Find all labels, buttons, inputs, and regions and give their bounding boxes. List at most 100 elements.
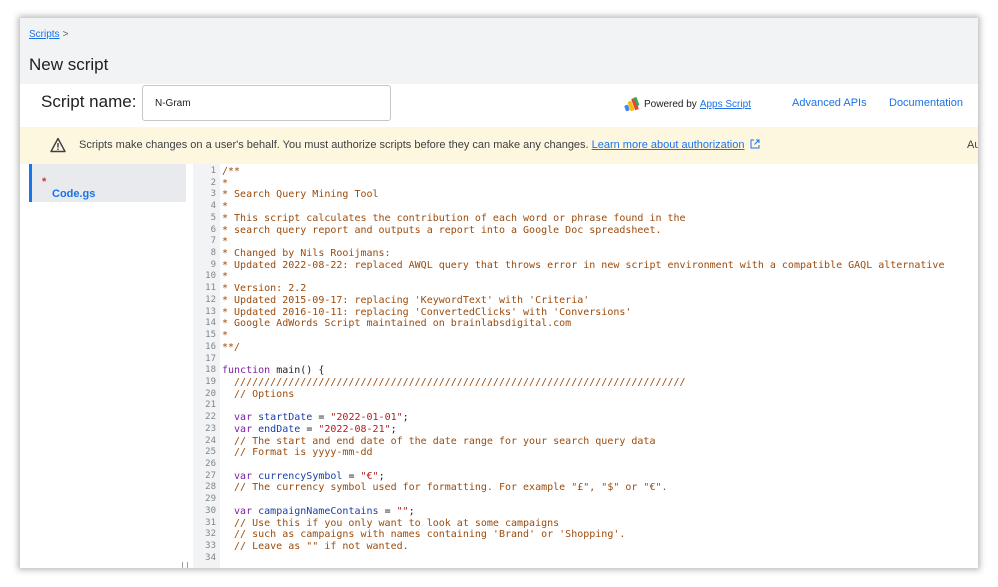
code-text: *: [222, 330, 228, 342]
code-token: * Search Query Mining Tool: [222, 189, 379, 201]
line-number: 32: [205, 529, 216, 540]
code-token: // Format is yyyy-mm-dd: [222, 447, 373, 459]
code-text: var campaignNameContains = "";: [222, 506, 415, 518]
code-token: * Updated 2015-09-17: replacing 'Keyword…: [222, 294, 590, 306]
code-token: // such as campaigns with names containi…: [222, 529, 626, 541]
line-number: 18: [205, 365, 216, 376]
line-number: 8: [210, 248, 216, 259]
line-number: 34: [205, 552, 216, 563]
code-token: * This script calculates the contributio…: [222, 212, 686, 224]
code-token: "": [396, 505, 409, 517]
code-token: ;: [408, 505, 415, 517]
file-sidebar: Code.gs *: [20, 164, 190, 568]
line-number: 25: [205, 447, 216, 458]
code-text: * Search Query Mining Tool: [222, 189, 379, 201]
script-name-label: Script name:: [41, 92, 137, 111]
line-number: 30: [205, 505, 216, 516]
code-token: var: [222, 423, 253, 435]
code-token: main() {: [270, 365, 325, 377]
external-link-icon[interactable]: [750, 139, 760, 149]
code-text: *: [222, 271, 228, 283]
code-token: "€": [360, 470, 379, 482]
code-token: var: [222, 470, 253, 482]
authorization-banner: Scripts make changes on a user's behalf.…: [20, 127, 978, 164]
code-token: "2022-01-01": [330, 412, 403, 424]
code-text: * search query report and outputs a repo…: [222, 225, 662, 237]
line-number: 2: [210, 177, 216, 188]
line-number: 28: [205, 482, 216, 493]
line-number: 10: [205, 271, 216, 282]
file-tab-label: Code.gs *: [42, 176, 95, 200]
code-text: // Use this if you only want to look at …: [222, 518, 559, 530]
line-number: 26: [205, 458, 216, 469]
learn-more-authorization-link[interactable]: Learn more about authorization: [592, 139, 745, 151]
code-token: var: [222, 412, 253, 424]
code-text: * Updated 2022-08-22: replaced AWQL quer…: [222, 260, 944, 272]
code-token: =: [378, 505, 397, 517]
code-editor[interactable]: 1 /** 2 * 3 * Search Query Mining Tool 4 * 5 * Th…: [193, 164, 978, 568]
line-number: 15: [205, 330, 216, 341]
code-token: =: [312, 412, 331, 424]
code-text: * Changed by Nils Rooijmans:: [222, 248, 391, 260]
code-token: // The currency symbol used for formatti…: [222, 482, 668, 494]
app-window: Scripts> New script Script name: Powered…: [20, 18, 978, 568]
code-token: *: [222, 236, 229, 248]
code-token: endDate: [258, 423, 301, 435]
line-number: 17: [205, 353, 216, 364]
script-name-input[interactable]: [142, 85, 391, 121]
line-number: 19: [205, 376, 216, 387]
breadcrumb: Scripts >: [29, 29, 68, 40]
code-token: * Updated 2022-08-22: replaced AWQL quer…: [222, 259, 945, 271]
apps-script-link[interactable]: Apps Script: [700, 99, 751, 110]
code-token: *: [222, 177, 229, 189]
code-token: /**: [222, 166, 241, 177]
line-number: 5: [210, 212, 216, 223]
code-text: *: [222, 236, 228, 248]
script-name-row: Script name: Powered by Apps Script Adva…: [20, 84, 978, 127]
code-text: var startDate = "2022-01-01";: [222, 412, 409, 424]
code-text: ////////////////////////////////////////…: [222, 377, 686, 389]
code-text: // such as campaigns with names containi…: [222, 529, 625, 541]
line-number: 1: [210, 166, 216, 176]
code-token: * Version: 2.2: [222, 283, 307, 295]
code-token: var: [222, 505, 253, 517]
code-text: function main() {: [222, 365, 324, 377]
code-token: function: [222, 365, 271, 377]
line-number: 21: [205, 400, 216, 411]
code-text: *: [222, 178, 228, 190]
banner-message: Scripts make changes on a user's behalf.…: [79, 139, 760, 151]
code-token: "2022-08-21": [318, 423, 391, 435]
code-token: ;: [378, 470, 385, 482]
line-number: 29: [205, 494, 216, 505]
code-token: // Leave as "" if not wanted.: [222, 541, 409, 552]
code-token: *: [222, 330, 229, 342]
sidebar-resize-handle[interactable]: [182, 562, 188, 568]
line-number: 4: [210, 201, 216, 212]
code-token: * Updated 2016-10-11: replacing 'Convert…: [222, 306, 632, 318]
code-token: ;: [402, 412, 409, 424]
file-tab-code-gs[interactable]: Code.gs *: [29, 164, 186, 202]
banner-text: Scripts make changes on a user's behalf.…: [79, 139, 589, 151]
breadcrumb-scripts-link[interactable]: Scripts: [29, 29, 60, 40]
file-name: Code.gs: [52, 188, 96, 200]
advanced-apis-link[interactable]: Advanced APIs: [792, 97, 867, 109]
code-text: * Google AdWords Script maintained on br…: [222, 318, 571, 330]
line-number: 33: [205, 541, 216, 551]
code-text: * Updated 2016-10-11: replacing 'Convert…: [222, 307, 631, 319]
code-token: campaignNameContains: [258, 505, 379, 517]
page-title: New script: [29, 55, 109, 74]
powered-by-label: Powered by: [644, 98, 697, 110]
line-number: 9: [210, 259, 216, 270]
code-text: // The currency symbol used for formatti…: [222, 482, 668, 494]
documentation-link[interactable]: Documentation: [889, 97, 963, 109]
code-text: * This script calculates the contributio…: [222, 213, 686, 225]
line-number: 14: [205, 318, 216, 329]
line-number: 27: [205, 470, 216, 481]
code-text: var endDate = "2022-08-21";: [222, 424, 397, 436]
unsaved-marker: *: [42, 176, 47, 188]
line-number: 12: [205, 294, 216, 305]
code-text: **/: [222, 342, 240, 354]
line-number: 13: [205, 306, 216, 317]
code-token: // The start and end date of the date ra…: [222, 435, 656, 447]
line-number: 20: [205, 388, 216, 399]
